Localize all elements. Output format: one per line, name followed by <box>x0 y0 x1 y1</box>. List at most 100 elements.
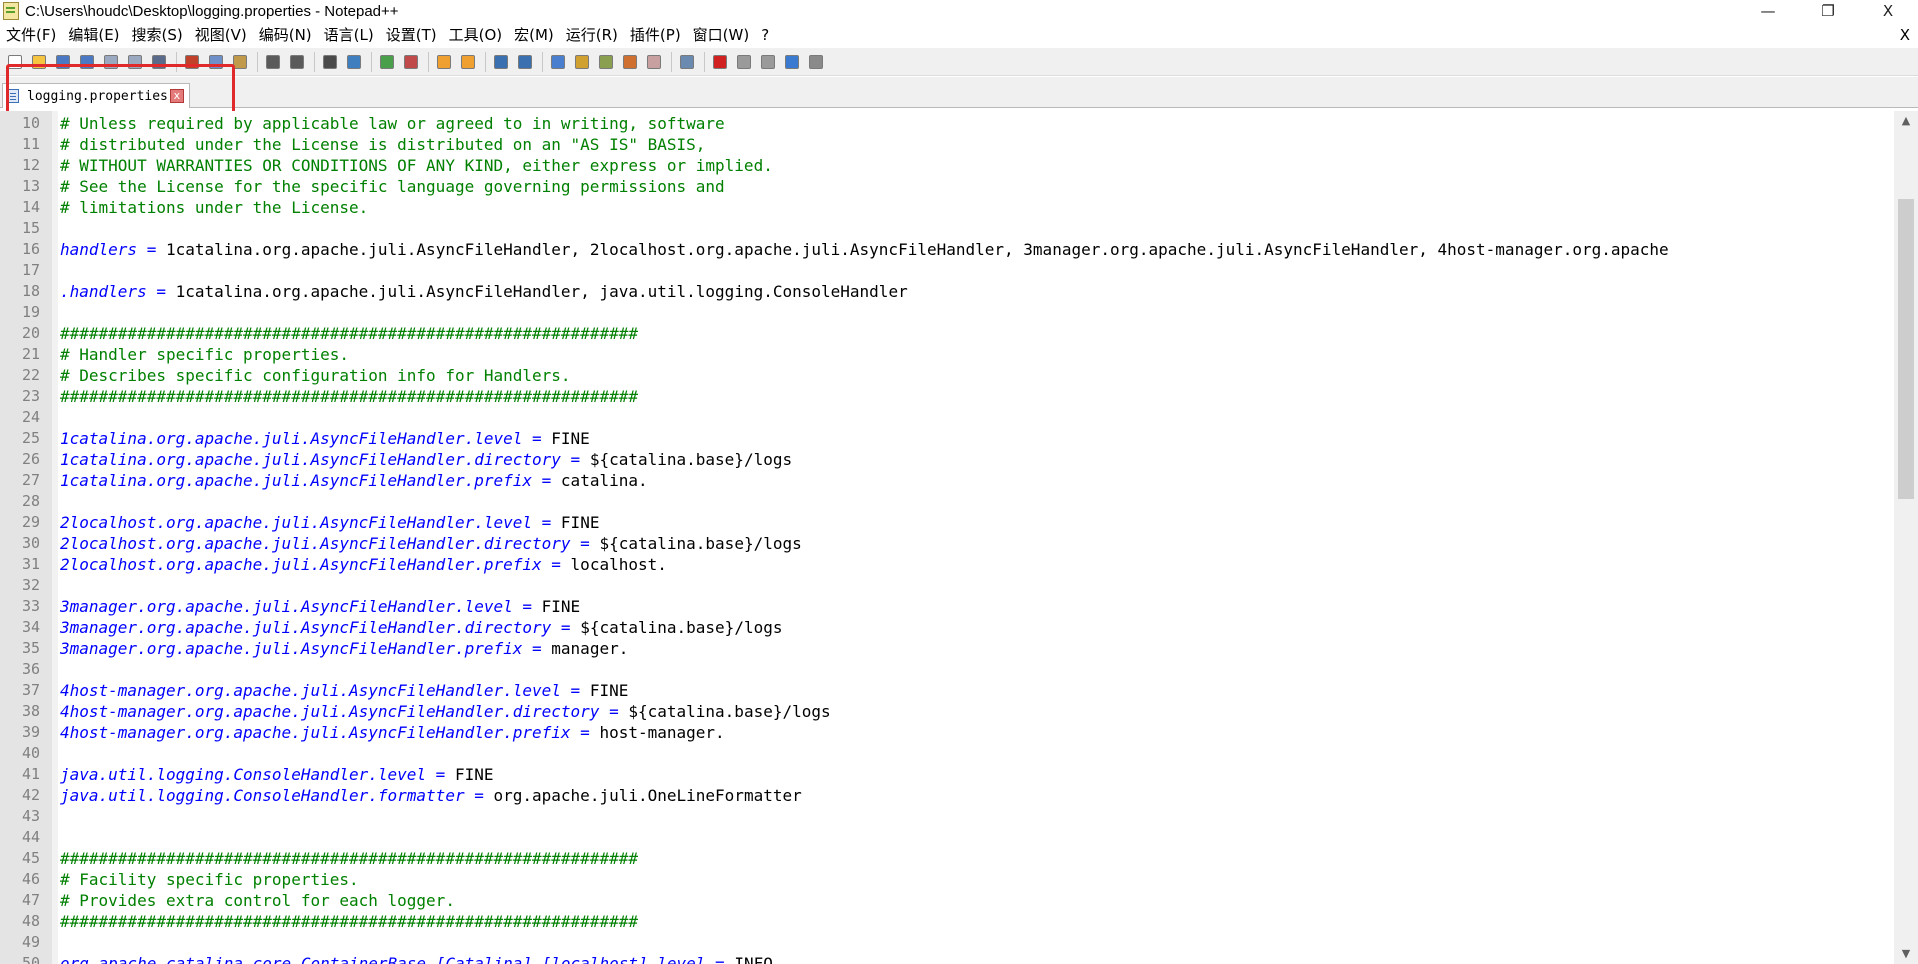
token-comment: # See the License for the specific langu… <box>60 177 725 196</box>
word-wrap-icon[interactable] <box>492 53 510 71</box>
token-val: 1catalina.org.apache.juli.AsyncFileHandl… <box>175 282 908 301</box>
scroll-thumb[interactable] <box>1898 199 1914 499</box>
editor-line[interactable]: 42 java.util.logging.ConsoleHandler.forma… <box>0 785 1894 806</box>
find-icon[interactable] <box>321 53 339 71</box>
menu-item-9[interactable]: 运行(R) <box>560 23 624 47</box>
menu-item-1[interactable]: 编辑(E) <box>62 23 125 47</box>
editor-line[interactable]: 29 2localhost.org.apache.juli.AsyncFileHa… <box>0 512 1894 533</box>
scroll-down-icon[interactable]: ▼ <box>1894 944 1918 964</box>
new-file-icon[interactable] <box>6 53 24 71</box>
editor-line[interactable]: 13 # See the License for the specific lan… <box>0 176 1894 197</box>
editor-line[interactable]: 17 <box>0 260 1894 281</box>
save-macro-icon[interactable] <box>807 53 825 71</box>
play-macro-icon[interactable] <box>759 53 777 71</box>
redo-icon[interactable] <box>288 53 306 71</box>
editor-line[interactable]: 43 <box>0 806 1894 827</box>
zoom-out-icon[interactable] <box>402 53 420 71</box>
editor-line[interactable]: 15 <box>0 218 1894 239</box>
copy-icon[interactable] <box>207 53 225 71</box>
editor-line[interactable]: 45 ######################################… <box>0 848 1894 869</box>
editor-line[interactable]: 31 2localhost.org.apache.juli.AsyncFileHa… <box>0 554 1894 575</box>
function-list-icon[interactable] <box>621 53 639 71</box>
editor-line[interactable]: 10 # Unless required by applicable law or… <box>0 113 1894 134</box>
close-window-button[interactable]: X <box>1858 0 1918 22</box>
editor-line[interactable]: 11 # distributed under the License is dis… <box>0 134 1894 155</box>
vertical-scrollbar[interactable]: ▲ ▼ <box>1894 111 1918 964</box>
open-file-icon[interactable] <box>30 53 48 71</box>
paste-icon[interactable] <box>231 53 249 71</box>
editor-line[interactable]: 46 # Facility specific properties. <box>0 869 1894 890</box>
print-icon[interactable] <box>150 53 168 71</box>
code-editor[interactable]: 10 # Unless required by applicable law or… <box>0 111 1894 964</box>
editor-line[interactable]: 50 org.apache.catalina.core.ContainerBase… <box>0 953 1894 964</box>
editor-line[interactable]: 18 .handlers = 1catalina.org.apache.juli.… <box>0 281 1894 302</box>
stop-record-icon[interactable] <box>735 53 753 71</box>
sync-horizontal-icon[interactable] <box>459 53 477 71</box>
menu-item-4[interactable]: 编码(N) <box>253 23 318 47</box>
tab-close-icon[interactable]: x <box>169 89 184 103</box>
editor-line[interactable]: 28 <box>0 491 1894 512</box>
run-macro-multiple-icon[interactable] <box>783 53 801 71</box>
close-icon[interactable] <box>102 53 120 71</box>
menu-item-11[interactable]: 窗口(W) <box>687 23 756 47</box>
menu-item-12[interactable]: ? <box>755 23 775 47</box>
zoom-in-icon[interactable] <box>378 53 396 71</box>
editor-line[interactable]: 32 <box>0 575 1894 596</box>
editor-line[interactable]: 39 4host-manager.org.apache.juli.AsyncFil… <box>0 722 1894 743</box>
editor-line[interactable]: 27 1catalina.org.apache.juli.AsyncFileHan… <box>0 470 1894 491</box>
save-icon[interactable] <box>54 53 72 71</box>
editor-line[interactable]: 35 3manager.org.apache.juli.AsyncFileHand… <box>0 638 1894 659</box>
editor-line[interactable]: 22 # Describes specific configuration inf… <box>0 365 1894 386</box>
editor-line[interactable]: 33 3manager.org.apache.juli.AsyncFileHand… <box>0 596 1894 617</box>
show-all-chars-icon[interactable] <box>516 53 534 71</box>
tab-logging-properties[interactable]: logging.properties x <box>2 83 190 108</box>
editor-line[interactable]: 30 2localhost.org.apache.juli.AsyncFileHa… <box>0 533 1894 554</box>
save-all-icon[interactable] <box>78 53 96 71</box>
doc-map-icon[interactable] <box>597 53 615 71</box>
editor-line[interactable]: 41 java.util.logging.ConsoleHandler.level… <box>0 764 1894 785</box>
editor-line[interactable]: 48 ######################################… <box>0 911 1894 932</box>
record-macro-icon[interactable] <box>711 53 729 71</box>
line-number: 35 <box>21 639 40 657</box>
editor-line[interactable]: 49 <box>0 932 1894 953</box>
editor-line[interactable]: 38 4host-manager.org.apache.juli.AsyncFil… <box>0 701 1894 722</box>
editor-line[interactable]: 23 ######################################… <box>0 386 1894 407</box>
restore-button[interactable]: ❐ <box>1798 0 1858 22</box>
editor-line[interactable]: 25 1catalina.org.apache.juli.AsyncFileHan… <box>0 428 1894 449</box>
editor-line[interactable]: 19 <box>0 302 1894 323</box>
menu-item-8[interactable]: 宏(M) <box>508 23 560 47</box>
editor-line[interactable]: 21 # Handler specific properties. <box>0 344 1894 365</box>
editor-line[interactable]: 24 <box>0 407 1894 428</box>
close-document-button[interactable]: X <box>1900 23 1910 47</box>
menu-item-7[interactable]: 工具(O) <box>443 23 509 47</box>
editor-line[interactable]: 36 <box>0 659 1894 680</box>
menu-item-0[interactable]: 文件(F) <box>0 23 62 47</box>
editor-line[interactable]: 40 <box>0 743 1894 764</box>
replace-icon[interactable] <box>345 53 363 71</box>
editor-line[interactable]: 16 handlers = 1catalina.org.apache.juli.A… <box>0 239 1894 260</box>
menu-item-6[interactable]: 设置(T) <box>380 23 443 47</box>
menu-item-5[interactable]: 语言(L) <box>318 23 380 47</box>
editor-line[interactable]: 14 # limitations under the License. <box>0 197 1894 218</box>
folder-workspace-icon[interactable] <box>645 53 663 71</box>
menu-item-3[interactable]: 视图(V) <box>189 23 253 47</box>
editor-line[interactable]: 37 4host-manager.org.apache.juli.AsyncFil… <box>0 680 1894 701</box>
monitor-icon[interactable] <box>678 53 696 71</box>
close-all-icon[interactable] <box>126 53 144 71</box>
editor-line[interactable]: 47 # Provides extra control for each logg… <box>0 890 1894 911</box>
editor-line[interactable]: 26 1catalina.org.apache.juli.AsyncFileHan… <box>0 449 1894 470</box>
undo-icon[interactable] <box>264 53 282 71</box>
language-icon[interactable] <box>573 53 591 71</box>
editor-line[interactable]: 20 ######################################… <box>0 323 1894 344</box>
editor-line[interactable]: 34 3manager.org.apache.juli.AsyncFileHand… <box>0 617 1894 638</box>
indent-guide-icon[interactable] <box>549 53 567 71</box>
line-number: 40 <box>21 744 40 762</box>
menu-item-10[interactable]: 插件(P) <box>624 23 687 47</box>
sync-vertical-icon[interactable] <box>435 53 453 71</box>
menu-item-2[interactable]: 搜索(S) <box>126 23 189 47</box>
scroll-up-icon[interactable]: ▲ <box>1894 111 1918 131</box>
editor-line[interactable]: 44 <box>0 827 1894 848</box>
minimize-button[interactable]: — <box>1738 0 1798 22</box>
cut-icon[interactable] <box>183 53 201 71</box>
editor-line[interactable]: 12 # WITHOUT WARRANTIES OR CONDITIONS OF … <box>0 155 1894 176</box>
